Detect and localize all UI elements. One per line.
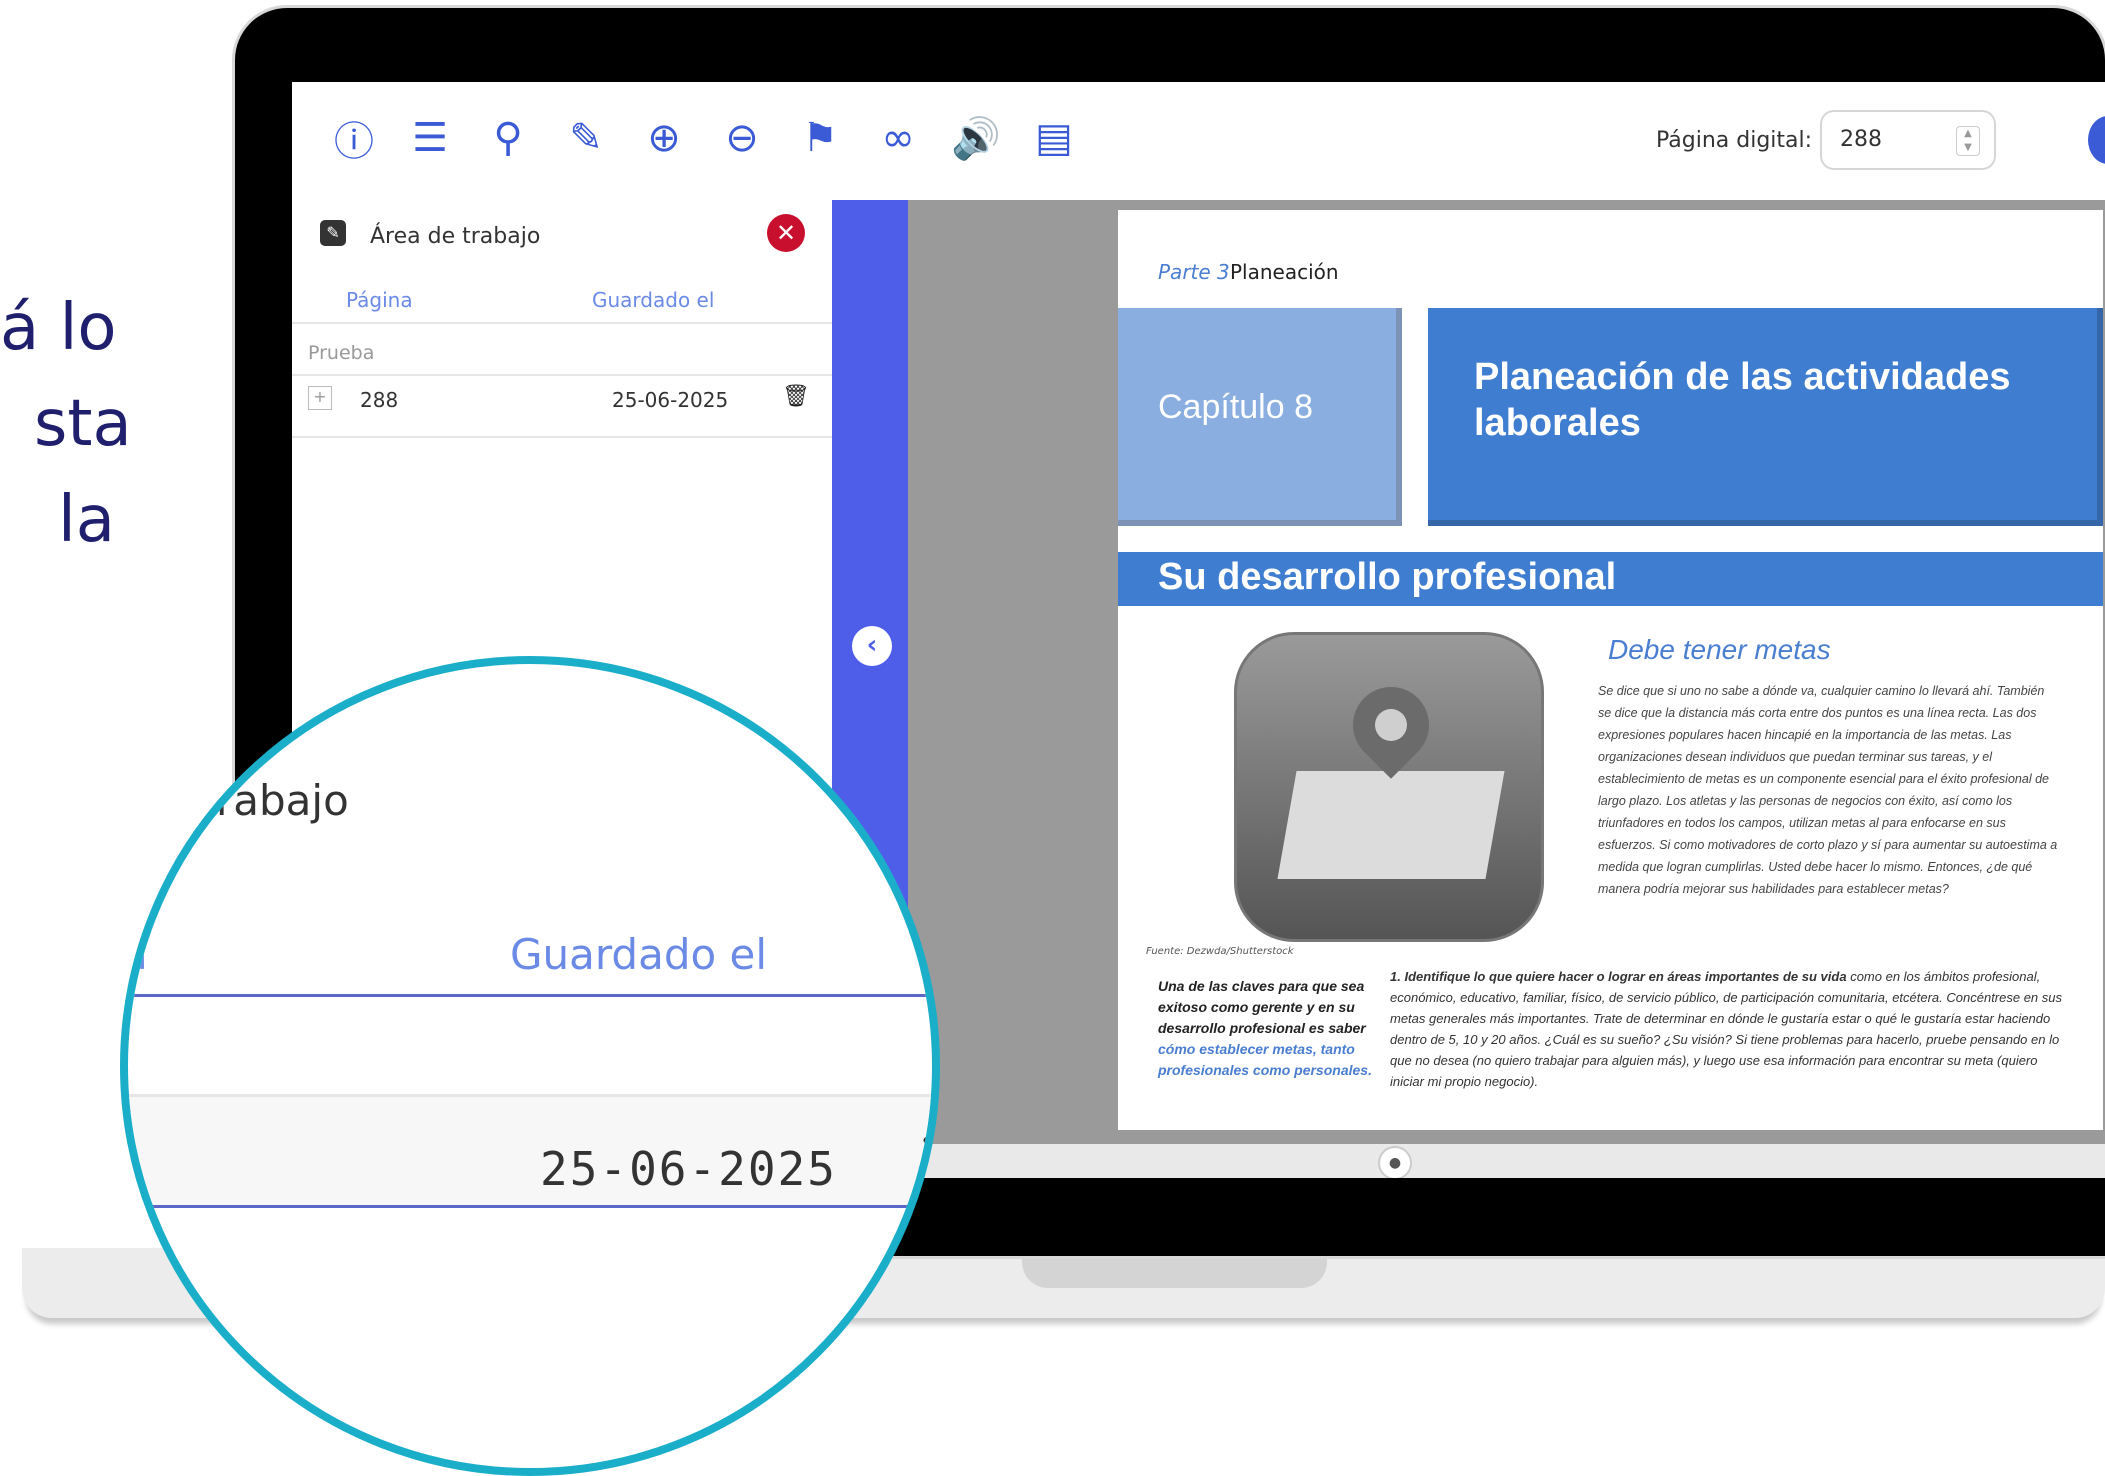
image-credit: Fuente: Dezwda/Shutterstock bbox=[1146, 946, 1294, 957]
book-page: Parte 3 Planeación Capítulo 8 Planeación… bbox=[1118, 210, 2103, 1130]
page-input-value: 288 bbox=[1840, 127, 1882, 152]
side-text-line-1: á lo bbox=[0, 291, 117, 365]
side-text-line-2: sta bbox=[34, 387, 132, 461]
search-icon[interactable]: ⚲ bbox=[482, 112, 534, 164]
map-illustration bbox=[1234, 632, 1544, 942]
part-subtitle: Planeación bbox=[1230, 260, 1339, 284]
key-note: Una de las claves para que sea exitoso c… bbox=[1158, 976, 1378, 1081]
translate-icon[interactable]: ▤ bbox=[1028, 112, 1080, 164]
chapter-label: Capítulo 8 bbox=[1158, 388, 1313, 426]
scrollbar-horizontal[interactable] bbox=[908, 1144, 2105, 1178]
column-header-saved[interactable]: Guardado el bbox=[592, 288, 714, 312]
panel-title: Área de trabajo bbox=[370, 224, 541, 249]
zoom-magnifier: rabajo a Guardado el 25-06-2025 🗑 bbox=[120, 656, 940, 1476]
column-header-page[interactable]: Página bbox=[346, 288, 413, 312]
list-item: 1. Identifique lo que quiere hacer o log… bbox=[1390, 966, 2070, 1092]
part-label: Parte 3 bbox=[1158, 260, 1230, 284]
close-icon[interactable]: ✕ bbox=[767, 214, 805, 252]
sub-heading: Debe tener metas bbox=[1608, 634, 1831, 665]
section-bar: Su desarrollo profesional bbox=[1118, 552, 2103, 606]
zoom-header-saved: Guardado el bbox=[510, 930, 768, 979]
page-input[interactable]: 288 ▲ ▼ bbox=[1820, 110, 1996, 170]
key-note-link[interactable]: cómo establecer metas, tanto profesional… bbox=[1158, 1041, 1372, 1078]
link-icon[interactable]: ∞ bbox=[872, 112, 924, 164]
list-item-body: como en los ámbitos profesional, económi… bbox=[1390, 969, 2063, 1089]
chapter-title: Planeación de las actividades laborales bbox=[1474, 356, 2011, 444]
scroll-handle[interactable]: ● bbox=[1378, 1146, 1412, 1178]
divider bbox=[292, 322, 832, 324]
side-text-line-3: la bbox=[58, 483, 115, 557]
page-spinner[interactable]: ▲ ▼ bbox=[1956, 126, 1980, 156]
toolbar: ⓘ ☰ ⚲ ✎ ⊕ ⊖ ⚑ ∞ 🔊 ▤ Página digital: 288 ▲… bbox=[292, 82, 2105, 200]
info-icon[interactable]: ⓘ bbox=[328, 112, 380, 165]
divider bbox=[292, 374, 832, 376]
go-icon[interactable] bbox=[2088, 116, 2105, 164]
divider bbox=[292, 436, 832, 438]
section-title: Su desarrollo profesional bbox=[1158, 556, 1617, 598]
zoom-date: 25-06-2025 bbox=[540, 1142, 837, 1196]
audio-icon[interactable]: 🔊 bbox=[950, 112, 1002, 164]
chapter-box: Capítulo 8 bbox=[1118, 308, 1402, 526]
edit-icon[interactable]: ✎ bbox=[560, 112, 612, 164]
zoom-divider bbox=[128, 994, 932, 997]
group-label: Prueba bbox=[308, 342, 375, 364]
zoom-in-icon[interactable]: ⊕ bbox=[638, 112, 690, 164]
edit-icon: ✎ bbox=[320, 220, 346, 246]
zoom-out-icon[interactable]: ⊖ bbox=[716, 112, 768, 164]
bookmark-icon[interactable]: ⚑ bbox=[794, 112, 846, 164]
body-paragraph: Se dice que si uno no sabe a dónde va, c… bbox=[1598, 684, 2058, 896]
map-sheet bbox=[1277, 771, 1505, 879]
list-item-lead: 1. Identifique lo que quiere hacer o log… bbox=[1390, 969, 1847, 984]
list-icon[interactable]: ☰ bbox=[404, 112, 456, 164]
table-row[interactable]: + 288 25-06-2025 🗑 bbox=[292, 378, 832, 438]
chapter-title-box: Planeación de las actividades laborales bbox=[1428, 308, 2103, 526]
expand-icon[interactable]: + bbox=[308, 386, 332, 410]
zoom-title: rabajo bbox=[216, 776, 349, 825]
zoom-header-left: a bbox=[122, 930, 148, 979]
collapse-panel-icon[interactable]: ‹ bbox=[852, 626, 892, 666]
row-saved-date: 25-06-2025 bbox=[612, 388, 729, 412]
row-page: 288 bbox=[360, 388, 399, 412]
key-note-text: Una de las claves para que sea exitoso c… bbox=[1158, 978, 1366, 1036]
page-label: Página digital: bbox=[1656, 128, 1813, 153]
trash-icon[interactable]: 🗑 bbox=[782, 384, 810, 409]
zoom-divider bbox=[128, 1205, 932, 1208]
map-pin-icon bbox=[1337, 671, 1445, 779]
